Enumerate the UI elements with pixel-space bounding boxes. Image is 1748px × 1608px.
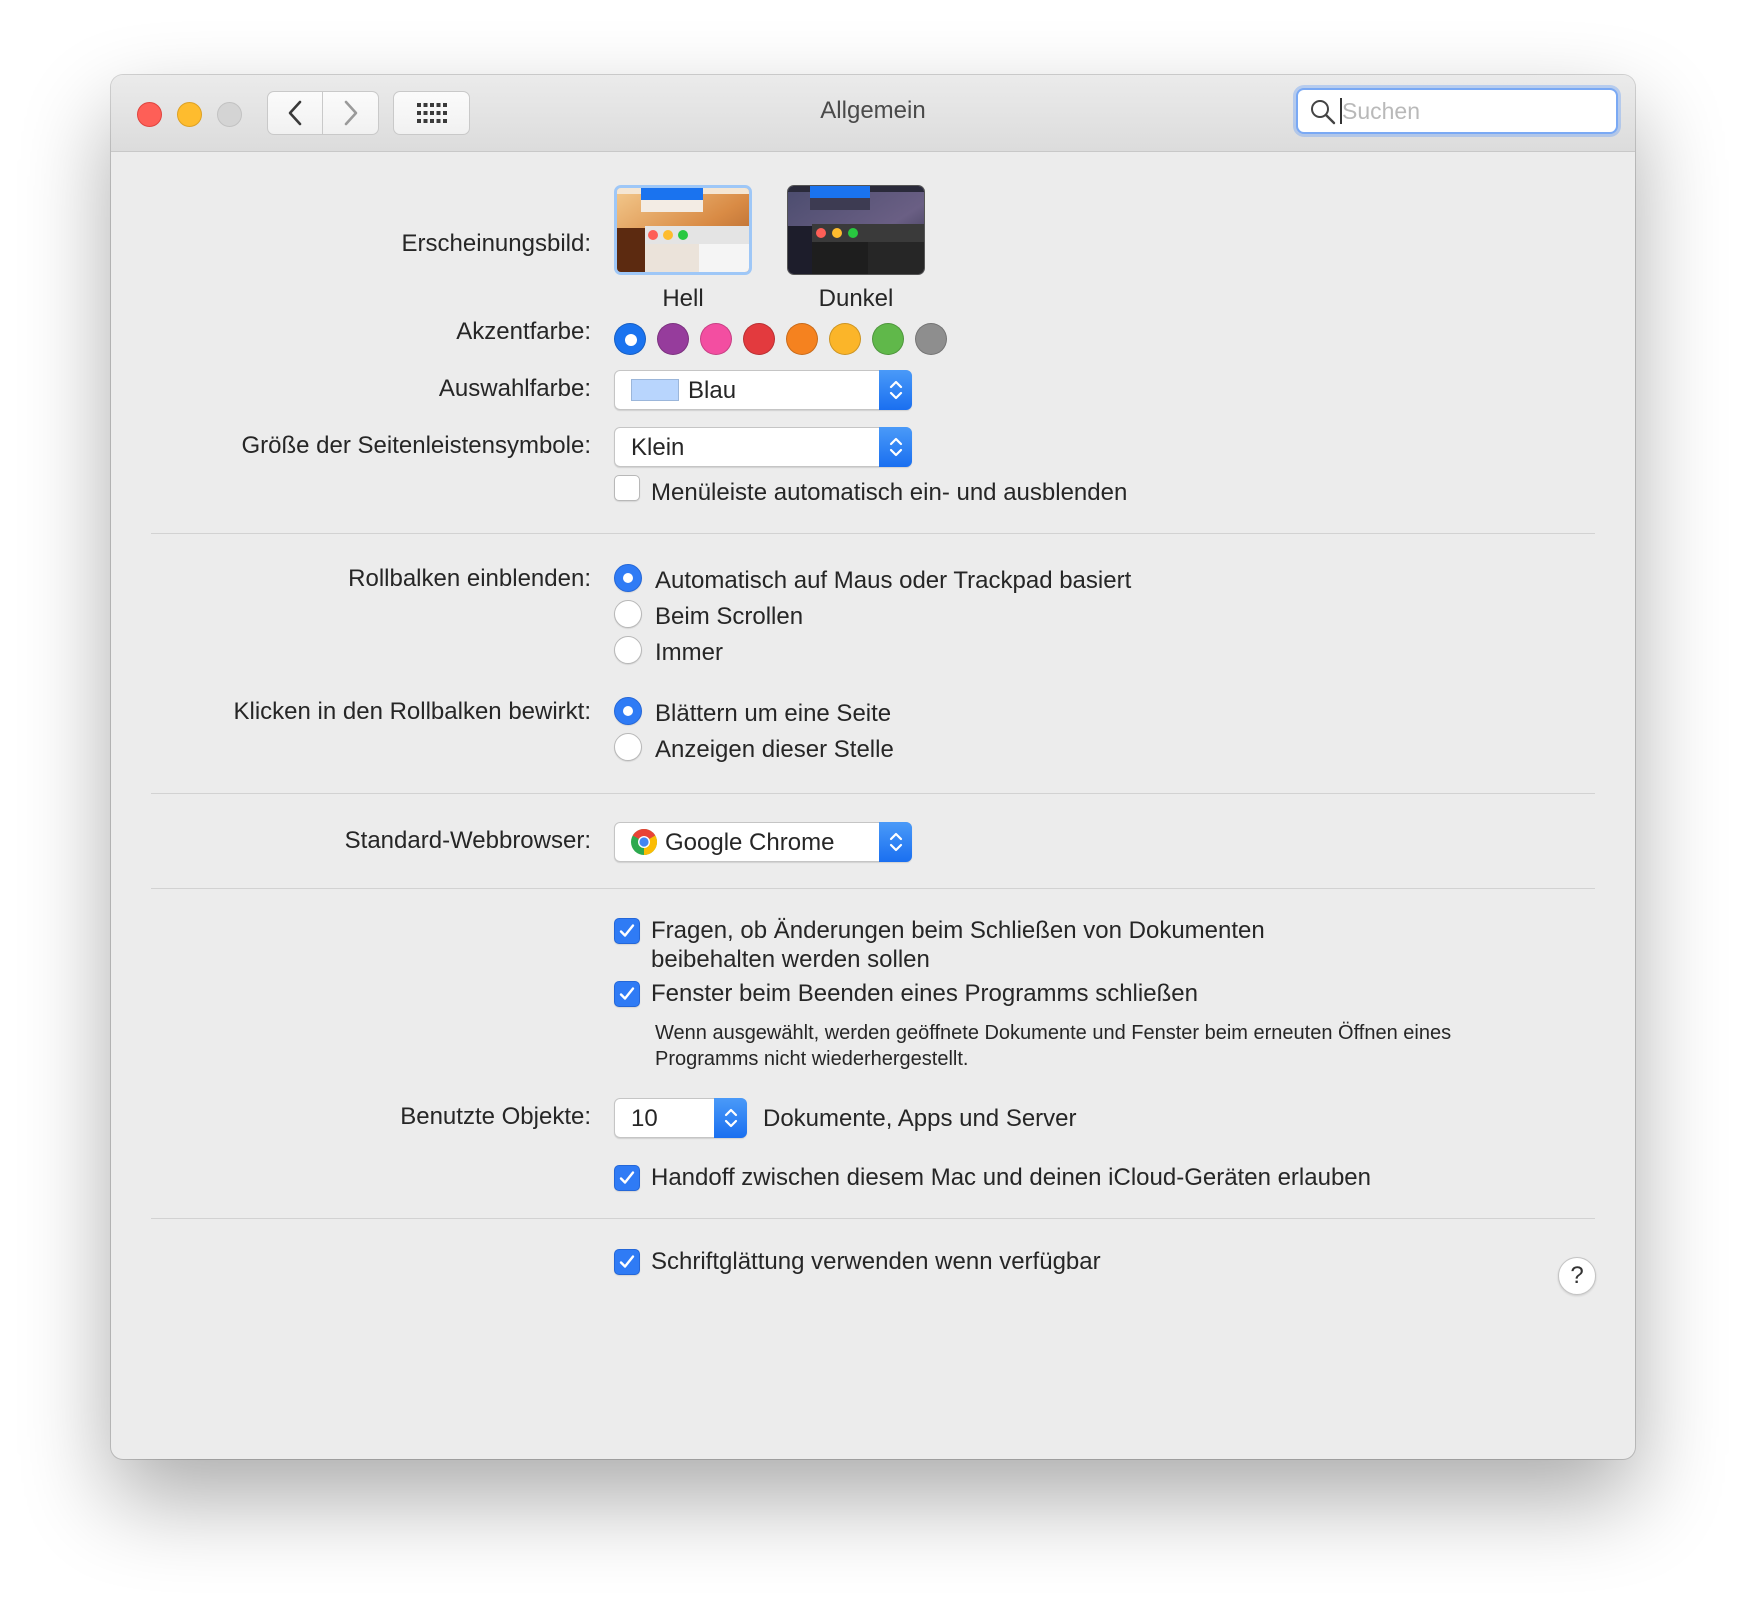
- checkmark-icon: [619, 924, 635, 937]
- popup-arrows-icon: [714, 1098, 747, 1138]
- appearance-label: Erscheinungsbild:: [401, 230, 591, 257]
- highlight-swatch: [631, 379, 679, 401]
- accent-color-swatch[interactable]: [700, 323, 732, 355]
- close-windows-note-line1: Wenn ausgewählt, werden geöffnete Dokume…: [655, 1022, 1452, 1044]
- click-spot-label: Anzeigen dieser Stelle: [655, 736, 894, 763]
- dark-mode-preview: [788, 186, 924, 274]
- checkmark-icon: [619, 1255, 635, 1268]
- default-browser-value: Google Chrome: [665, 829, 835, 856]
- scrollbars-scrolling-label: Beim Scrollen: [655, 603, 804, 630]
- accent-color-swatch[interactable]: [657, 323, 689, 355]
- font-smoothing-label: Schriftglättung verwenden wenn verfügbar: [651, 1248, 1101, 1275]
- highlight-color-label: Auswahlfarbe:: [438, 375, 591, 402]
- search-placeholder: Suchen: [1340, 98, 1421, 124]
- accent-color-swatch[interactable]: [786, 323, 818, 355]
- popup-arrows-icon: [879, 427, 912, 467]
- separator: [151, 533, 1595, 534]
- close-windows-label: Fenster beim Beenden eines Programms sch…: [651, 980, 1198, 1007]
- handoff-label: Handoff zwischen diesem Mac und deinen i…: [651, 1164, 1371, 1191]
- ask-keep-changes-checkbox[interactable]: [614, 918, 640, 944]
- separator: [151, 793, 1595, 794]
- appearance-dark-option[interactable]: [787, 185, 925, 275]
- handoff-checkbox[interactable]: [614, 1165, 640, 1191]
- default-browser-popup[interactable]: Google Chrome: [614, 822, 912, 862]
- scrollbars-always-label: Immer: [655, 639, 723, 666]
- ask-keep-changes-label-line1: Fragen, ob Änderungen beim Schließen von…: [651, 917, 1265, 944]
- recent-items-stepper[interactable]: 10: [614, 1098, 747, 1138]
- light-mode-preview: [617, 188, 749, 272]
- accent-color-swatch[interactable]: [915, 323, 947, 355]
- accent-color-swatch[interactable]: [829, 323, 861, 355]
- close-windows-note-line2: Programms nicht wiederhergestellt.: [655, 1048, 969, 1070]
- checkmark-icon: [619, 987, 635, 1000]
- recent-items-value: 10: [631, 1105, 658, 1132]
- search-icon: [1310, 99, 1336, 125]
- menubar-autohide-checkbox[interactable]: [614, 475, 640, 501]
- ask-keep-changes-label-line2: beibehalten werden sollen: [651, 946, 930, 973]
- title-bar: Allgemein Suchen: [111, 75, 1635, 152]
- search-field[interactable]: Suchen: [1296, 88, 1618, 134]
- default-browser-label: Standard-Webbrowser:: [344, 827, 591, 854]
- highlight-color-value: Blau: [688, 377, 737, 404]
- separator: [151, 888, 1595, 889]
- accent-color-swatch[interactable]: [743, 323, 775, 355]
- chrome-icon: [631, 829, 658, 855]
- click-scrollbar-label: Klicken in den Rollbalken bewirkt:: [233, 698, 591, 725]
- sidebar-size-value: Klein: [631, 434, 685, 461]
- popup-arrows-icon: [879, 370, 912, 410]
- recent-items-label: Benutzte Objekte:: [400, 1103, 591, 1130]
- separator: [151, 1218, 1595, 1219]
- appearance-light-label: Hell: [662, 285, 704, 312]
- appearance-dark-label: Dunkel: [818, 285, 894, 312]
- close-windows-checkbox[interactable]: [614, 981, 640, 1007]
- click-page-radio[interactable]: [614, 697, 642, 725]
- font-smoothing-checkbox[interactable]: [614, 1249, 640, 1275]
- sidebar-size-label: Größe der Seitenleistensymbole:: [241, 432, 592, 459]
- scrollbars-auto-label: Automatisch auf Maus oder Trackpad basie…: [655, 567, 1132, 594]
- show-scrollbars-label: Rollbalken einblenden:: [348, 565, 591, 592]
- accent-color-swatch[interactable]: [872, 323, 904, 355]
- help-button[interactable]: ?: [1558, 1257, 1596, 1295]
- scrollbars-scrolling-radio[interactable]: [614, 600, 642, 628]
- highlight-color-popup[interactable]: Blau: [614, 370, 912, 410]
- preferences-window: Allgemein Suchen Erscheinungsbild: Hell …: [111, 75, 1635, 1459]
- click-page-label: Blättern um eine Seite: [655, 700, 892, 727]
- appearance-light-option[interactable]: [614, 185, 752, 275]
- checkmark-icon: [619, 1171, 635, 1184]
- recent-items-suffix: Dokumente, Apps und Server: [763, 1105, 1077, 1132]
- accent-color-swatch[interactable]: [614, 323, 646, 355]
- accent-color-label: Akzentfarbe:: [456, 318, 591, 345]
- menubar-autohide-label: Menüleiste automatisch ein- und ausblend…: [651, 479, 1128, 506]
- popup-arrows-icon: [879, 822, 912, 862]
- scrollbars-always-radio[interactable]: [614, 636, 642, 664]
- sidebar-size-popup[interactable]: Klein: [614, 427, 912, 467]
- scrollbars-auto-radio[interactable]: [614, 564, 642, 592]
- click-spot-radio[interactable]: [614, 733, 642, 761]
